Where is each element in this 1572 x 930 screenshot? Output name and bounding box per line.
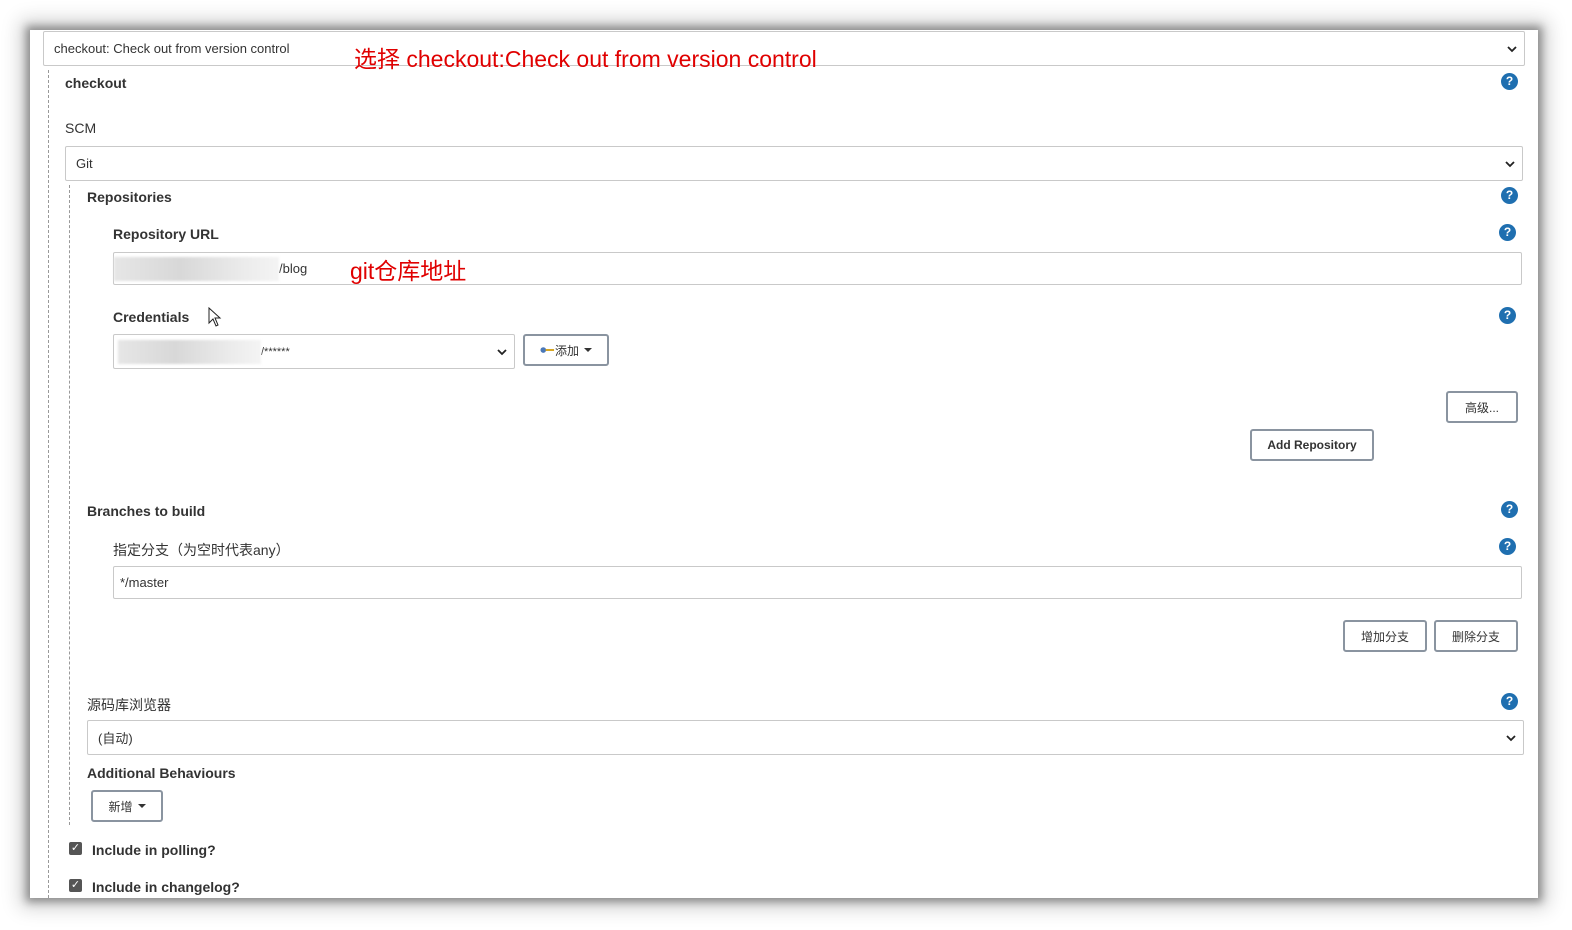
credentials-select[interactable]: /****** [113, 334, 515, 369]
scm-select-value: Git [76, 156, 93, 171]
scm-label: SCM [65, 120, 97, 136]
include-polling-checkbox[interactable]: ✓ [69, 842, 82, 855]
help-icon[interactable]: ? [1501, 73, 1518, 90]
credentials-value: /****** [261, 345, 290, 358]
include-changelog-checkbox[interactable]: ✓ [69, 879, 82, 892]
additional-behaviours-title: Additional Behaviours [87, 765, 236, 781]
help-icon[interactable]: ? [1499, 307, 1516, 324]
repo-url-annotation: git仓库地址 [350, 258, 467, 284]
add-behaviour-button[interactable]: 新增 [91, 790, 163, 822]
repositories-title: Repositories [87, 189, 172, 205]
chevron-down-icon [497, 348, 507, 355]
repository-url-input[interactable]: /blog [113, 252, 1522, 285]
help-icon[interactable]: ? [1501, 501, 1518, 518]
repository-browser-select[interactable]: (自动) [87, 720, 1524, 755]
repository-url-label: Repository URL [113, 226, 219, 242]
redacted-credential [118, 339, 261, 364]
repository-url-value: /blog [279, 261, 308, 276]
branches-title: Branches to build [87, 503, 206, 519]
chevron-down-icon [1507, 45, 1517, 52]
scm-select[interactable]: Git [65, 146, 1523, 181]
scm-section-guide [69, 185, 70, 825]
help-icon[interactable]: ? [1501, 187, 1518, 204]
credentials-label: Credentials [113, 309, 190, 325]
add-branch-button[interactable]: 增加分支 [1343, 620, 1427, 652]
add-repository-button[interactable]: Add Repository [1250, 429, 1374, 461]
step-annotation: 选择 checkout:Check out from version contr… [354, 46, 817, 72]
caret-down-icon [584, 348, 592, 352]
help-icon[interactable]: ? [1499, 538, 1516, 555]
delete-branch-button[interactable]: 删除分支 [1434, 620, 1518, 652]
advanced-button[interactable]: 高级... [1446, 391, 1518, 423]
repository-browser-label: 源码库浏览器 [87, 697, 171, 713]
help-icon[interactable]: ? [1501, 693, 1518, 710]
key-icon [540, 347, 555, 353]
step-select-value: checkout: Check out from version control [54, 41, 290, 56]
branch-specifier-value: */master [120, 575, 169, 590]
include-changelog-label: Include in changelog? [92, 879, 240, 895]
add-credentials-label: 添加 [554, 343, 579, 358]
include-polling-label: Include in polling? [92, 842, 216, 858]
help-icon[interactable]: ? [1499, 224, 1516, 241]
step-section-guide [48, 70, 49, 898]
config-panel: checkout: Check out from version control… [30, 30, 1538, 898]
add-credentials-button[interactable]: 添加 [523, 334, 609, 366]
chevron-down-icon [1506, 734, 1516, 741]
add-behaviour-label: 新增 [108, 799, 133, 814]
redacted-host [114, 256, 279, 281]
branch-specifier-input[interactable]: */master [113, 566, 1522, 599]
repository-browser-value: (自动) [98, 731, 133, 746]
chevron-down-icon [1505, 160, 1515, 167]
branch-specifier-label: 指定分支（为空时代表any） [113, 542, 290, 558]
mouse-cursor-icon [208, 307, 222, 327]
caret-down-icon [137, 804, 146, 808]
step-title: checkout [65, 75, 127, 91]
